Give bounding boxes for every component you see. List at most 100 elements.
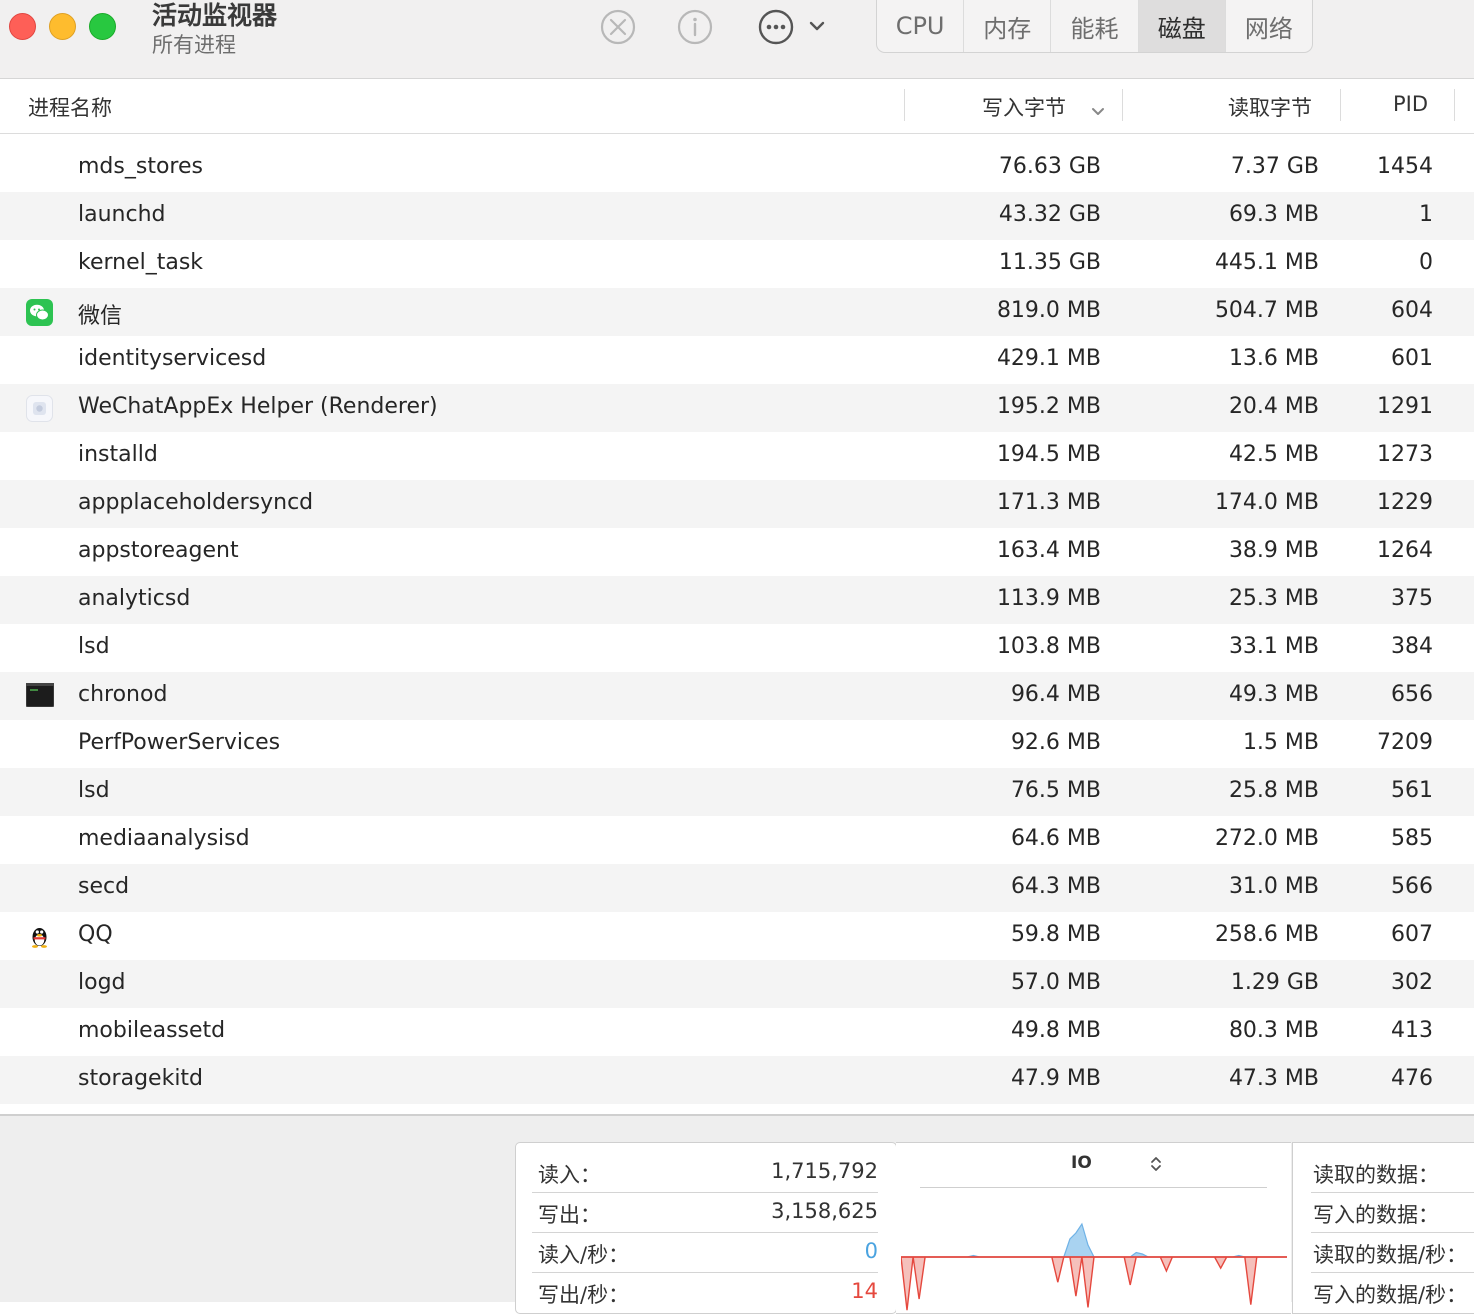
io-stat-row: 读入/秒： 0 [532,1233,878,1273]
bytes-read-cell: 31.0 MB [1228,874,1319,899]
window-title: 活动监视器 [152,1,278,30]
bytes-read-cell: 13.6 MB [1228,346,1319,371]
table-row[interactable]: identityservicesd 429.1 MB 13.6 MB 601 [0,336,1474,384]
table-row[interactable]: appstoreagent 163.4 MB 38.9 MB 1264 [0,528,1474,576]
table-row[interactable]: mobileassetd 49.8 MB 80.3 MB 413 [0,1008,1474,1056]
summary-panel: 读入： 1,715,792 写出： 3,158,625 读入/秒： 0 写出/秒： 14 IO… [0,1114,1474,1314]
bytes-read-cell: 258.6 MB [1214,922,1319,947]
io-stat-label: 写出： [538,1203,601,1227]
table-row[interactable]: lsd 76.5 MB 25.8 MB 561 [0,768,1474,816]
close-window-button[interactable] [9,13,36,40]
io-stats-box: 读入： 1,715,792 写出： 3,158,625 读入/秒： 0 写出/秒： 14 [515,1142,897,1314]
table-row[interactable]: kernel_task 11.35 GB 445.1 MB 0 [0,240,1474,288]
bytes-read-cell: 80.3 MB [1228,1018,1319,1043]
table-row[interactable]: logd 57.0 MB 1.29 GB 302 [0,960,1474,1008]
tab-network[interactable]: 网络 [1226,0,1312,52]
bytes-read-cell: 38.9 MB [1228,538,1319,563]
more-actions-icon[interactable] [757,8,833,46]
zoom-window-button[interactable] [89,13,116,40]
bytes-written-cell: 429.1 MB [996,346,1101,371]
pid-cell: 566 [1391,874,1433,899]
minimize-window-button[interactable] [49,13,76,40]
bytes-read-cell: 174.0 MB [1214,490,1319,515]
pid-cell: 1291 [1377,394,1433,419]
column-header-process-name[interactable]: 进程名称 [28,92,112,122]
column-divider[interactable] [1340,89,1341,121]
terminal-icon [25,682,55,710]
graph-selector-label[interactable]: IO [1071,1153,1092,1173]
data-stat-row: 写入的数据： [1311,1193,1474,1233]
bytes-read-cell: 33.1 MB [1228,634,1319,659]
data-stat-label: 读取的数据： [1313,1163,1439,1187]
process-name: analyticsd [78,586,191,611]
io-stat-row: 读入： 1,715,792 [532,1153,878,1193]
process-name: PerfPowerServices [78,730,281,755]
process-name: QQ [78,922,113,947]
pid-cell: 476 [1391,1066,1433,1091]
bytes-written-cell: 47.9 MB [1010,1066,1101,1091]
pid-cell: 375 [1391,586,1433,611]
bytes-read-cell: 1.5 MB [1242,730,1319,755]
table-row[interactable]: QQ 59.8 MB 258.6 MB 607 [0,912,1474,960]
table-row[interactable]: WeChatAppEx Helper (Renderer) 195.2 MB 20.… [0,384,1474,432]
process-name: storagekitd [78,1066,204,1091]
process-name: mds_stores [78,154,203,179]
table-row[interactable]: launchd 43.32 GB 69.3 MB 1 [0,192,1474,240]
table-row[interactable]: lsd 103.8 MB 33.1 MB 384 [0,624,1474,672]
bytes-written-cell: 64.6 MB [1010,826,1101,851]
column-divider[interactable] [904,89,905,121]
pid-cell: 585 [1391,826,1433,851]
pid-cell: 413 [1391,1018,1433,1043]
bytes-read-cell: 47.3 MB [1228,1066,1319,1091]
read-series-area [901,1222,1287,1258]
graph-divider [920,1187,1267,1188]
stop-process-icon[interactable] [599,8,637,46]
bytes-read-cell: 20.4 MB [1228,394,1319,419]
io-stat-row: 写出/秒： 14 [532,1273,878,1313]
table-row[interactable]: analyticsd 113.9 MB 25.3 MB 375 [0,576,1474,624]
column-header-bytes-written[interactable]: 写入字节 [982,92,1066,122]
process-name: secd [78,874,130,899]
table-row[interactable]: mds_stores 76.63 GB 7.37 GB 1454 [0,144,1474,192]
process-name: mobileassetd [78,1018,226,1043]
bytes-written-cell: 103.8 MB [996,634,1101,659]
process-name: lsd [78,634,110,659]
data-stat-label: 写入的数据/秒： [1313,1283,1468,1307]
process-name: 微信 [78,304,123,329]
pid-cell: 561 [1391,778,1433,803]
column-header-bytes-read[interactable]: 读取字节 [1228,92,1312,122]
write-series-area [901,1256,1287,1311]
sort-descending-icon[interactable] [1091,102,1105,121]
process-table: mds_stores 76.63 GB 7.37 GB 1454 launchd 43.3… [0,144,1474,1104]
process-name: appstoreagent [78,538,239,563]
table-row[interactable]: chronod 96.4 MB 49.3 MB 656 [0,672,1474,720]
bytes-read-cell: 7.37 GB [1230,154,1319,179]
pid-cell: 1273 [1377,442,1433,467]
table-row[interactable]: storagekitd 47.9 MB 47.3 MB 476 [0,1056,1474,1104]
table-row[interactable]: installd 194.5 MB 42.5 MB 1273 [0,432,1474,480]
table-header: 进程名称 写入字节 读取字节 PID [0,79,1474,134]
tab-cpu[interactable]: CPU [877,0,965,52]
bytes-written-cell: 113.9 MB [996,586,1101,611]
pid-cell: 601 [1391,346,1433,371]
bytes-written-cell: 194.5 MB [996,442,1101,467]
bytes-written-cell: 92.6 MB [1010,730,1101,755]
table-row[interactable]: 微信 819.0 MB 504.7 MB 604 [0,288,1474,336]
table-row[interactable]: PerfPowerServices 92.6 MB 1.5 MB 7209 [0,720,1474,768]
pid-cell: 7209 [1377,730,1433,755]
pid-cell: 604 [1391,298,1433,323]
tab-energy[interactable]: 能耗 [1051,0,1139,52]
pid-cell: 1264 [1377,538,1433,563]
column-divider[interactable] [1122,89,1123,121]
table-row[interactable]: secd 64.3 MB 31.0 MB 566 [0,864,1474,912]
column-divider[interactable] [1454,89,1455,121]
process-name: launchd [78,202,166,227]
up-down-chevron-icon[interactable] [1150,1155,1162,1177]
table-row[interactable]: mediaanalysisd 64.6 MB 272.0 MB 585 [0,816,1474,864]
tab-disk[interactable]: 磁盘 [1138,0,1226,52]
table-row[interactable]: appplaceholdersyncd 171.3 MB 174.0 MB 1229 [0,480,1474,528]
io-graph-panel: IO [896,1142,1291,1314]
column-header-pid[interactable]: PID [1393,92,1428,116]
tab-memory[interactable]: 内存 [964,0,1052,52]
info-icon[interactable] [676,8,714,46]
